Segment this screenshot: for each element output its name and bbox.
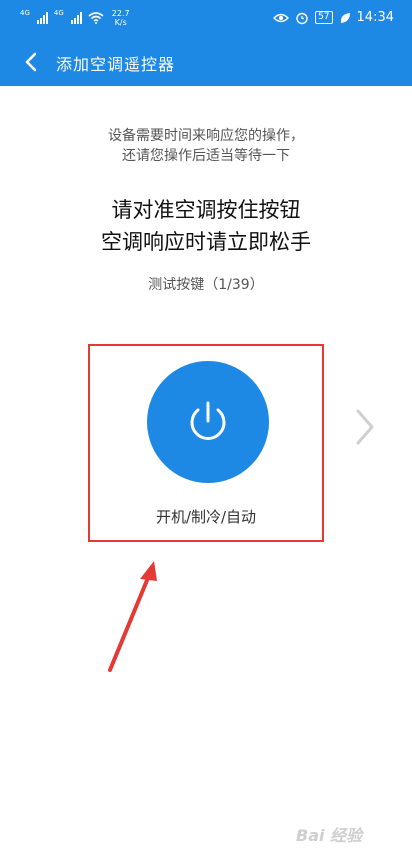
battery-indicator: 57: [315, 11, 333, 24]
signal-icon-2: [70, 12, 82, 24]
network-speed: 22.7 K/s: [112, 9, 130, 27]
instruction-line-1: 请对准空调按住按钮: [111, 198, 301, 222]
status-time: 14:34: [356, 10, 394, 25]
test-progress: 测试按键（1/39）: [148, 277, 264, 293]
signal-icon: [36, 12, 48, 24]
instruction-text: 请对准空调按住按钮 空调响应时请立即松手: [0, 194, 412, 258]
page-title: 添加空调遥控器: [56, 55, 176, 74]
power-button-label: 开机/制冷/自动: [155, 508, 257, 526]
back-arrow-icon[interactable]: [22, 51, 42, 73]
next-key-arrow-icon[interactable]: [354, 408, 376, 446]
leaf-icon: [340, 12, 350, 23]
hint-line-1: 设备需要时间来响应您的操作，: [108, 128, 304, 144]
hint-text: 设备需要时间来响应您的操作， 还请您操作后适当等待一下: [0, 126, 412, 166]
watermark: Bai 经验: [296, 826, 363, 845]
sim1-tag: 4G: [20, 9, 30, 17]
annotation-arrow: [108, 561, 157, 672]
speed-unit: K/s: [114, 18, 127, 27]
power-icon: [190, 401, 226, 440]
status-bar: 4G 4G 22.7 K/s 57 14:34: [0, 0, 412, 38]
eye-icon: [273, 13, 290, 22]
wifi-icon: [88, 12, 104, 24]
app-bar: 添加空调遥控器: [0, 38, 412, 86]
status-left: 4G 4G 22.7 K/s: [20, 9, 130, 27]
alarm-icon: [296, 12, 308, 24]
status-right: 57 14:34: [273, 10, 394, 25]
speed-value: 22.7: [111, 9, 130, 18]
power-button[interactable]: [147, 361, 269, 483]
instruction-line-2: 空调响应时请立即松手: [101, 230, 311, 254]
sim2-tag: 4G: [53, 9, 64, 17]
hint-line-2: 还请您操作后适当等待一下: [122, 148, 290, 164]
